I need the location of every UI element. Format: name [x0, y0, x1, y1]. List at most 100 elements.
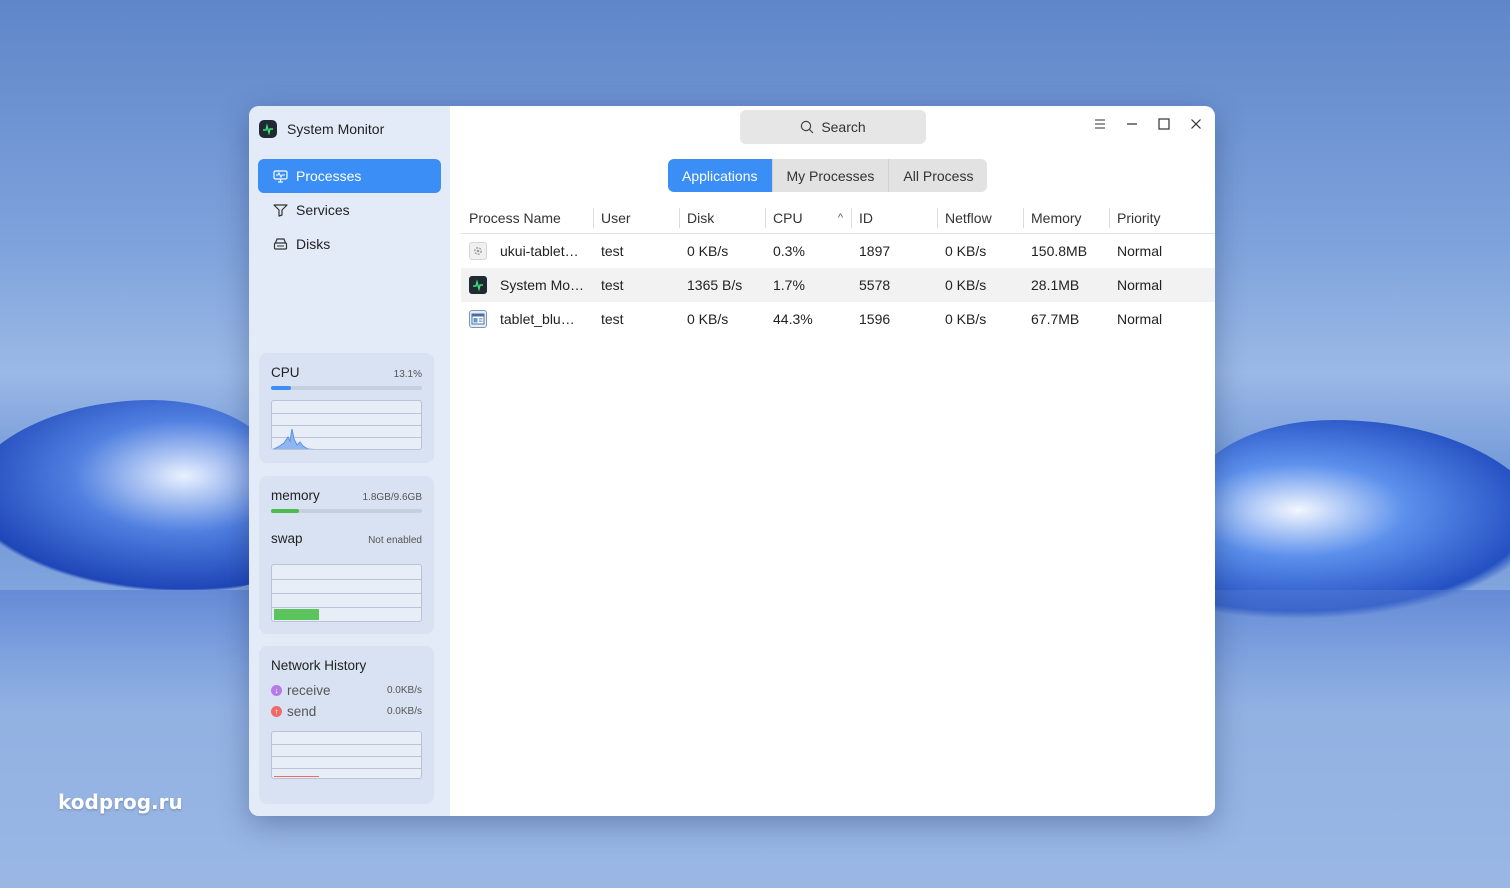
column-header-cpu[interactable]: CPU ^ — [765, 207, 851, 228]
process-disk: 0 KB/s — [687, 243, 729, 259]
minimize-icon — [1127, 123, 1137, 125]
cpu-card[interactable]: CPU 13.1% — [259, 353, 434, 463]
sidebar-nav: Processes Services Disks — [249, 159, 450, 261]
cpu-usage-fill — [271, 386, 291, 390]
process-user: test — [601, 243, 624, 259]
sidebar: System Monitor Processes Services Disks — [249, 106, 450, 816]
sort-ascending-icon: ^ — [837, 211, 843, 224]
sidebar-item-label: Disks — [296, 236, 331, 252]
table-header: Process Name User Disk CPU ^ ID Netflow … — [461, 202, 1215, 234]
sidebar-item-label: Processes — [296, 168, 362, 184]
memory-value: 1.8GB/9.6GB — [362, 492, 422, 503]
process-cpu: 44.3% — [773, 311, 813, 327]
column-header-memory[interactable]: Memory — [1023, 207, 1109, 228]
tab-my-processes[interactable]: My Processes — [773, 159, 890, 192]
process-cpu: 0.3% — [773, 243, 805, 259]
cpu-usage-bar — [271, 386, 422, 390]
column-header-id[interactable]: ID — [851, 207, 937, 228]
search-label: Search — [821, 119, 866, 135]
services-icon — [272, 202, 288, 218]
process-name: tablet_blu… — [500, 311, 575, 327]
column-header-user[interactable]: User — [593, 207, 679, 228]
minimize-button[interactable] — [1123, 116, 1141, 132]
process-name: System Mo… — [500, 277, 585, 293]
process-netflow: 0 KB/s — [945, 311, 987, 327]
swap-title: swap — [271, 531, 303, 546]
tab-applications[interactable]: Applications — [668, 159, 773, 192]
app-header: System Monitor — [249, 106, 450, 152]
swap-value: Not enabled — [368, 535, 422, 546]
app-title: System Monitor — [287, 121, 385, 137]
maximize-button[interactable] — [1155, 116, 1173, 132]
search-icon — [800, 120, 814, 134]
network-send-line — [274, 776, 319, 777]
send-label: send — [287, 704, 317, 719]
column-header-netflow[interactable]: Netflow — [937, 207, 1023, 228]
process-name: ukui-tablet… — [500, 243, 579, 259]
column-header-process-name[interactable]: Process Name — [461, 208, 593, 228]
process-memory: 150.8MB — [1031, 243, 1088, 259]
memory-card[interactable]: memory 1.8GB/9.6GB swap Not enabled — [259, 476, 434, 634]
process-memory: 67.7MB — [1031, 311, 1080, 327]
process-filter-tabs: Applications My Processes All Process — [668, 159, 988, 192]
window-app-icon — [469, 310, 487, 328]
memory-title: memory — [271, 488, 320, 503]
watermark-text: kodprog.ru — [58, 790, 183, 814]
process-id: 5578 — [859, 277, 891, 293]
system-monitor-icon — [469, 276, 487, 294]
column-header-label: CPU — [773, 209, 803, 226]
cpu-history-graph — [271, 400, 422, 450]
maximize-icon — [1158, 118, 1170, 130]
process-table: Process Name User Disk CPU ^ ID Netflow … — [461, 202, 1215, 336]
sidebar-item-services[interactable]: Services — [258, 193, 441, 227]
send-icon: ↑ — [271, 706, 282, 717]
process-priority: Normal — [1117, 243, 1163, 259]
process-id: 1596 — [859, 311, 891, 327]
table-row[interactable]: tablet_blu… test 0 KB/s 44.3% 1596 0 KB/… — [461, 302, 1215, 336]
process-priority: Normal — [1117, 311, 1163, 327]
process-priority: Normal — [1117, 277, 1163, 293]
column-header-priority[interactable]: Priority — [1109, 207, 1205, 228]
process-disk: 1365 B/s — [687, 277, 743, 293]
wallpaper-wave-left — [0, 400, 280, 590]
close-icon — [1191, 119, 1201, 129]
system-monitor-icon — [259, 120, 277, 138]
send-value: 0.0KB/s — [386, 706, 422, 717]
hamburger-icon — [1095, 119, 1105, 129]
process-netflow: 0 KB/s — [945, 243, 987, 259]
process-disk: 0 KB/s — [687, 311, 729, 327]
network-history-graph — [271, 731, 422, 779]
receive-label: receive — [287, 683, 331, 698]
process-id: 1897 — [859, 243, 891, 259]
process-memory: 28.1MB — [1031, 277, 1080, 293]
memory-usage-bar — [271, 509, 422, 513]
memory-history-graph — [271, 564, 422, 622]
search-input[interactable]: Search — [740, 110, 926, 144]
cpu-value: 13.1% — [393, 369, 422, 380]
memory-history-fill — [274, 609, 319, 620]
network-history-card[interactable]: Network History ↓ receive 0.0KB/s ↑ send… — [259, 646, 434, 804]
receive-icon: ↓ — [271, 685, 282, 696]
menu-button[interactable] — [1091, 116, 1109, 132]
receive-value: 0.0KB/s — [386, 685, 422, 696]
network-history-title: Network History — [271, 658, 367, 673]
sidebar-item-disks[interactable]: Disks — [258, 227, 441, 261]
process-user: test — [601, 311, 624, 327]
main-panel: Search Applications My Processes All Pro… — [450, 106, 1215, 816]
process-cpu: 1.7% — [773, 277, 805, 293]
memory-usage-fill — [271, 509, 300, 513]
process-netflow: 0 KB/s — [945, 277, 987, 293]
table-row[interactable]: ukui-tablet… test 0 KB/s 0.3% 1897 0 KB/… — [461, 234, 1215, 268]
table-row[interactable]: System Mo… test 1365 B/s 1.7% 5578 0 KB/… — [461, 268, 1215, 302]
tab-all-process[interactable]: All Process — [889, 159, 987, 192]
monitor-icon — [272, 168, 288, 184]
column-header-disk[interactable]: Disk — [679, 207, 765, 228]
gear-icon — [469, 242, 487, 260]
close-button[interactable] — [1187, 116, 1205, 132]
disk-icon — [272, 236, 288, 252]
process-user: test — [601, 277, 624, 293]
system-monitor-window: System Monitor Processes Services Disks — [249, 106, 1215, 816]
window-controls — [1091, 116, 1205, 132]
sidebar-item-processes[interactable]: Processes — [258, 159, 441, 193]
sidebar-item-label: Services — [296, 202, 350, 218]
